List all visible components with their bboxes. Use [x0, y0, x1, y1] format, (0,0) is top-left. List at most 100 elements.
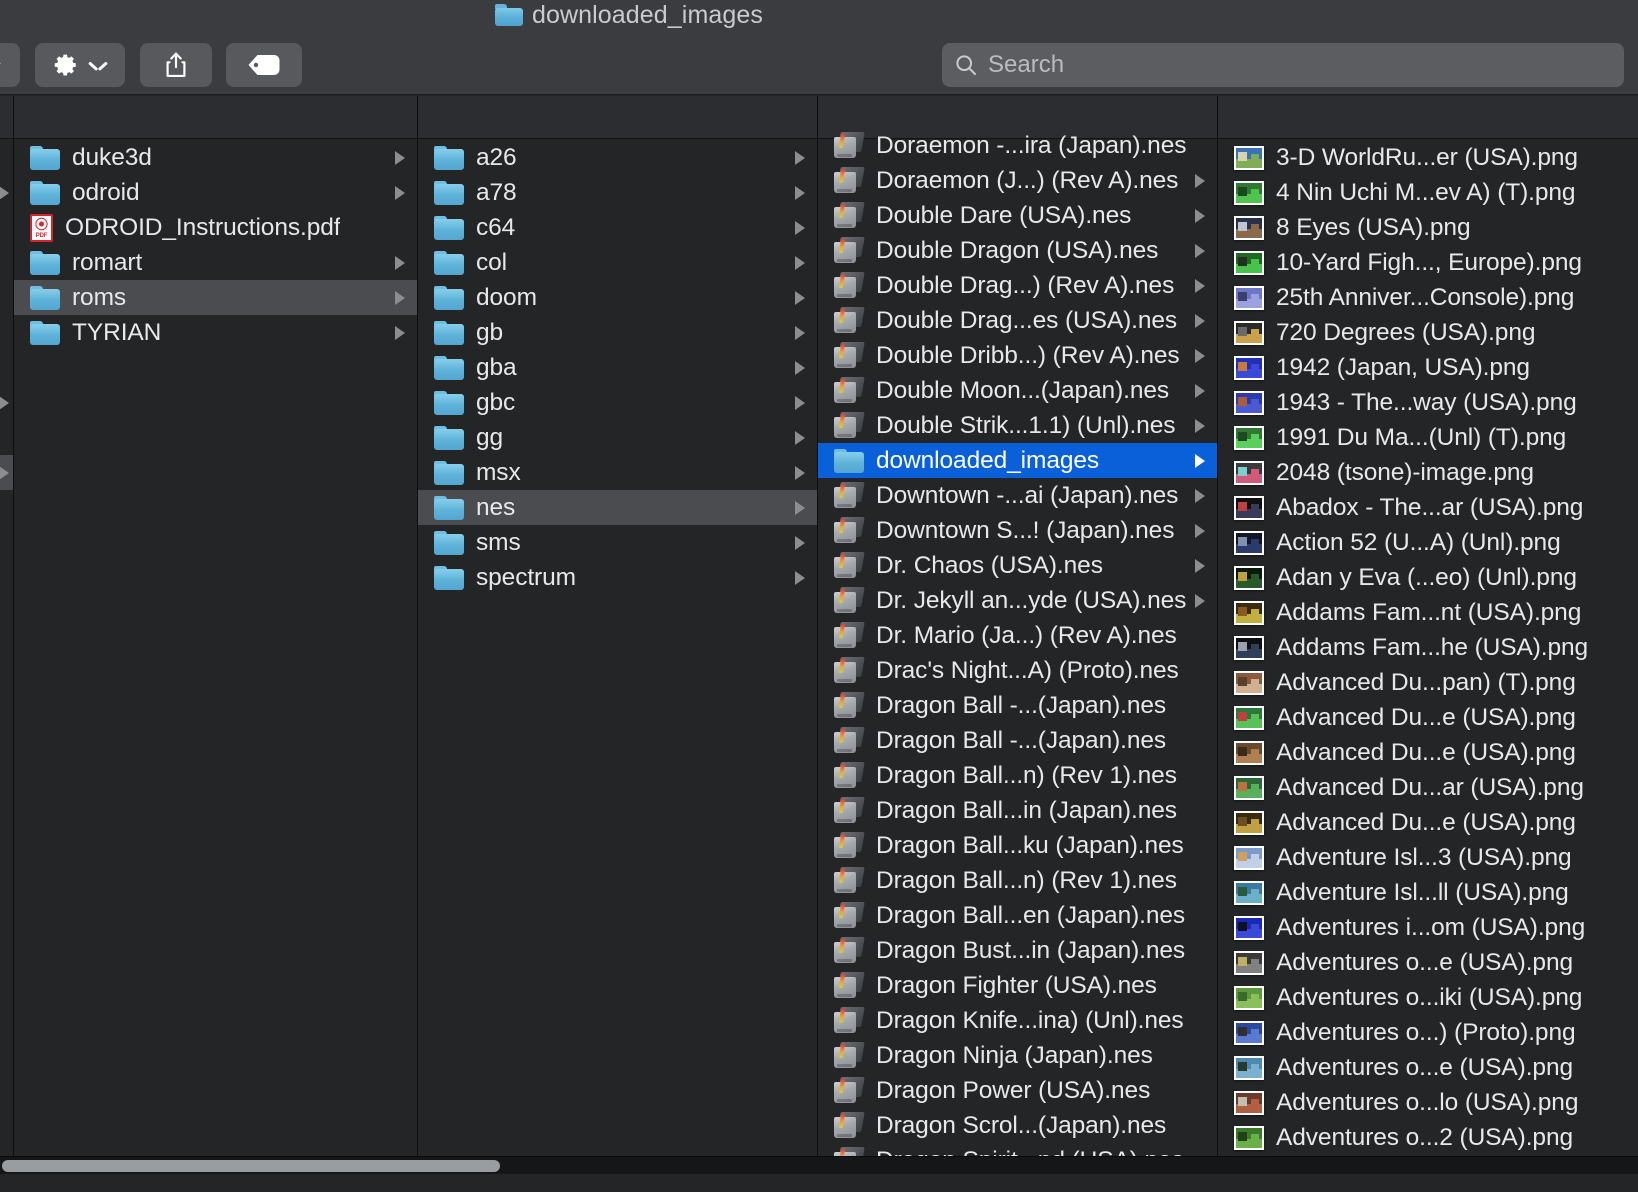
file-row[interactable] [0, 280, 13, 315]
disclosure-arrow-icon[interactable] [1195, 488, 1205, 503]
file-row[interactable] [0, 350, 13, 385]
file-row[interactable]: Double Dare (USA).nes [818, 198, 1217, 233]
horizontal-scrollbar[interactable] [0, 1156, 1638, 1174]
file-row[interactable]: 10-Yard Figh..., Europe).png [1218, 245, 1638, 280]
disclosure-arrow-icon[interactable] [1195, 558, 1205, 573]
file-row[interactable]: Advanced Du...e (USA).png [1218, 735, 1638, 770]
disclosure-arrow-icon[interactable] [1195, 453, 1205, 468]
share-button[interactable] [140, 43, 212, 87]
file-row[interactable]: Adventure Isl...ll (USA).png [1218, 875, 1638, 910]
window-title-proxy[interactable]: downloaded_images [494, 1, 763, 30]
file-row[interactable]: Adventures o...lo (USA).png [1218, 1085, 1638, 1120]
disclosure-arrow-icon[interactable] [795, 500, 805, 515]
file-row[interactable]: Dragon Ball -...(Japan).nes [818, 688, 1217, 723]
file-row[interactable] [0, 420, 13, 455]
disclosure-arrow-icon[interactable] [395, 185, 405, 200]
disclosure-arrow-icon[interactable] [395, 150, 405, 165]
disclosure-arrow-icon[interactable] [0, 185, 9, 200]
file-row[interactable]: odroid [14, 175, 417, 210]
file-row[interactable]: spectrum [418, 560, 817, 595]
file-row[interactable]: Double Strik...1.1) (Unl).nes [818, 408, 1217, 443]
horizontal-scrollbar-thumb[interactable] [2, 1160, 500, 1172]
disclosure-arrow-icon[interactable] [795, 465, 805, 480]
file-row[interactable]: Dragon Ninja (Japan).nes [818, 1038, 1217, 1073]
disclosure-arrow-icon[interactable] [795, 430, 805, 445]
column-home[interactable]: duke3d odroid ⦿ PDF ODROID_Instructions.pdf r… [14, 96, 418, 1174]
file-row[interactable]: Dragon Ball...n) (Rev 1).nes [818, 758, 1217, 793]
file-row[interactable]: 3-D WorldRu...er (USA).png [1218, 140, 1638, 175]
file-row[interactable]: Adventures o...iki (USA).png [1218, 980, 1638, 1015]
file-row[interactable]: 4 Nin Uchi M...ev A) (T).png [1218, 175, 1638, 210]
file-row[interactable] [0, 245, 13, 280]
file-row[interactable]: Advanced Du...e (USA).png [1218, 700, 1638, 735]
file-row[interactable]: Action 52 (U...A) (Unl).png [1218, 525, 1638, 560]
file-row[interactable]: Downtown S...! (Japan).nes [818, 513, 1217, 548]
file-row[interactable]: Addams Fam...nt (USA).png [1218, 595, 1638, 630]
disclosure-arrow-icon[interactable] [0, 395, 9, 410]
file-row[interactable]: 1991 Du Ma...(Unl) (T).png [1218, 420, 1638, 455]
file-row[interactable]: Downtown -...ai (Japan).nes [818, 478, 1217, 513]
file-row[interactable]: Adventures i...om (USA).png [1218, 910, 1638, 945]
file-row[interactable] [0, 455, 13, 490]
file-row[interactable]: Double Dribb...) (Rev A).nes [818, 338, 1217, 373]
file-row[interactable]: c64 [418, 210, 817, 245]
file-row[interactable]: Adventures o...e (USA).png [1218, 945, 1638, 980]
disclosure-arrow-icon[interactable] [795, 570, 805, 585]
file-row[interactable]: Adventures o...2 (USA).png [1218, 1120, 1638, 1155]
disclosure-arrow-icon[interactable] [395, 290, 405, 305]
file-row[interactable]: Dragon Fighter (USA).nes [818, 968, 1217, 1003]
file-row[interactable]: a78 [418, 175, 817, 210]
file-row[interactable]: Adventures o...) (Proto).png [1218, 1015, 1638, 1050]
disclosure-arrow-icon[interactable] [795, 395, 805, 410]
file-row[interactable]: Abadox - The...ar (USA).png [1218, 490, 1638, 525]
file-row[interactable]: gg [418, 420, 817, 455]
file-row[interactable] [0, 210, 13, 245]
file-row[interactable]: doom [418, 280, 817, 315]
file-row[interactable]: 1943 - The...way (USA).png [1218, 385, 1638, 420]
action-menu-button[interactable] [35, 43, 125, 87]
disclosure-arrow-icon[interactable] [1195, 593, 1205, 608]
file-row[interactable]: gb [418, 315, 817, 350]
disclosure-arrow-icon[interactable] [1195, 313, 1205, 328]
disclosure-arrow-icon[interactable] [1195, 418, 1205, 433]
file-row[interactable]: Double Moon...(Japan).nes [818, 373, 1217, 408]
file-row[interactable]: Dragon Ball...ku (Japan).nes [818, 828, 1217, 863]
disclosure-arrow-icon[interactable] [0, 465, 9, 480]
file-row[interactable]: 720 Degrees (USA).png [1218, 315, 1638, 350]
disclosure-arrow-icon[interactable] [1195, 173, 1205, 188]
file-row[interactable]: Adventure Isl...3 (USA).png [1218, 840, 1638, 875]
disclosure-arrow-icon[interactable] [795, 325, 805, 340]
file-row[interactable] [0, 315, 13, 350]
disclosure-arrow-icon[interactable] [795, 535, 805, 550]
file-row[interactable]: 8 Eyes (USA).png [1218, 210, 1638, 245]
file-row[interactable]: Dragon Bust...in (Japan).nes [818, 933, 1217, 968]
disclosure-arrow-icon[interactable] [1195, 243, 1205, 258]
file-row[interactable]: Dr. Jekyll an...yde (USA).nes [818, 583, 1217, 618]
file-row[interactable]: nes [418, 490, 817, 525]
file-row[interactable]: roms [14, 280, 417, 315]
disclosure-arrow-icon[interactable] [795, 185, 805, 200]
file-row[interactable]: Dragon Ball -...(Japan).nes [818, 723, 1217, 758]
disclosure-arrow-icon[interactable] [1195, 523, 1205, 538]
disclosure-arrow-icon[interactable] [795, 220, 805, 235]
file-row[interactable]: TYRIAN [14, 315, 417, 350]
file-row[interactable]: Drac's Night...A) (Proto).nes [818, 653, 1217, 688]
column-downloaded-images[interactable]: 3-D WorldRu...er (USA).png 4 Nin Uchi M..… [1218, 96, 1638, 1174]
file-row[interactable]: Dr. Chaos (USA).nes [818, 548, 1217, 583]
disclosure-arrow-icon[interactable] [795, 290, 805, 305]
file-row[interactable]: Advanced Du...e (USA).png [1218, 805, 1638, 840]
file-row[interactable]: sms [418, 525, 817, 560]
file-row[interactable]: Dragon Scrol...(Japan).nes [818, 1108, 1217, 1143]
tag-button[interactable] [226, 43, 302, 87]
file-row[interactable]: Dragon Knife...ina) (Unl).nes [818, 1003, 1217, 1038]
file-row[interactable]: Addams Fam...he (USA).png [1218, 630, 1638, 665]
file-row[interactable]: a26 [418, 140, 817, 175]
file-row[interactable]: Double Drag...) (Rev A).nes [818, 268, 1217, 303]
file-row[interactable]: Advanced Du...pan) (T).png [1218, 665, 1638, 700]
disclosure-arrow-icon[interactable] [395, 255, 405, 270]
file-row[interactable]: Adan y Eva (...eo) (Unl).png [1218, 560, 1638, 595]
disclosure-arrow-icon[interactable] [795, 255, 805, 270]
file-row[interactable]: 1942 (Japan, USA).png [1218, 350, 1638, 385]
file-row[interactable]: Double Drag...es (USA).nes [818, 303, 1217, 338]
file-row[interactable] [0, 140, 13, 175]
